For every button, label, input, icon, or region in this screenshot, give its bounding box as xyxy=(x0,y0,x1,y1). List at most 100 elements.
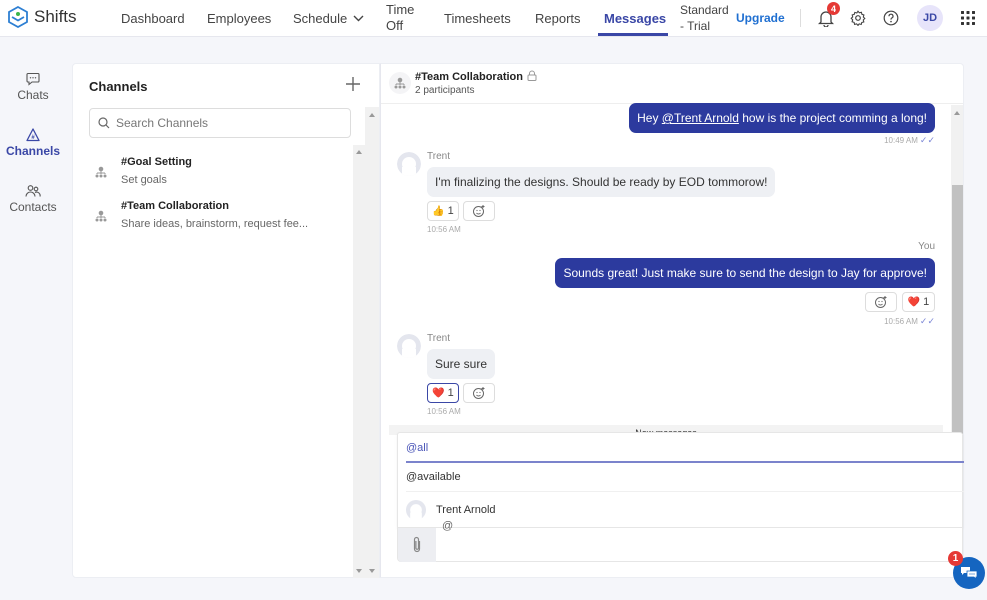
add-emoji-icon xyxy=(473,387,485,399)
plan-label: Standard - Trial xyxy=(680,2,729,34)
scroll-up-arrow[interactable] xyxy=(356,150,362,154)
nav-schedule-label: Schedule xyxy=(293,11,348,26)
notifications-button[interactable]: 4 xyxy=(815,2,840,29)
nav-time-off[interactable]: Time Off xyxy=(386,2,414,34)
channel-list-scrollbar[interactable] xyxy=(353,145,365,578)
scroll-down-arrow[interactable] xyxy=(356,569,362,573)
chevron-down-icon xyxy=(353,15,364,22)
double-check-icon: ✓✓ xyxy=(919,316,935,326)
scroll-up-arrow[interactable] xyxy=(369,113,375,117)
rail-chats[interactable]: Chats xyxy=(0,72,66,102)
channel-avatar xyxy=(389,72,411,94)
timestamp-text: 10:56 AM xyxy=(884,317,918,326)
top-navigation-bar: Shifts Dashboard Employees Schedule Time… xyxy=(0,0,987,37)
chat-header: #Team Collaboration 2 participants xyxy=(381,64,963,104)
reaction-heart[interactable]: ❤️ 1 xyxy=(902,292,935,312)
attach-button[interactable] xyxy=(398,528,436,562)
chat-title: #Team Collaboration xyxy=(415,71,523,83)
message-bubble-incoming: Sure sure xyxy=(427,349,496,379)
mention-user-name: Trent Arnold xyxy=(436,504,496,516)
user-avatar[interactable]: JD xyxy=(917,5,943,31)
channel-name: #Team Collaboration xyxy=(121,200,229,212)
message-sender: Trent xyxy=(427,151,450,162)
nav-employees[interactable]: Employees xyxy=(207,11,271,26)
notifications-badge: 4 xyxy=(827,2,840,15)
add-reaction-button[interactable] xyxy=(865,292,897,312)
channel-list-item[interactable]: #Team Collaboration Share ideas, brainst… xyxy=(89,200,339,240)
user-avatar-placeholder xyxy=(397,152,421,176)
reaction-heart[interactable]: ❤️ 1 xyxy=(427,383,459,403)
reaction-thumbs-up[interactable]: 👍 1 xyxy=(427,201,459,221)
participants-count: 2 participants xyxy=(415,85,475,96)
chat-bubbles-icon xyxy=(961,567,978,580)
rail-contacts[interactable]: Contacts xyxy=(0,184,66,214)
plan-line2: - Trial xyxy=(680,19,710,33)
rail-channels-label: Channels xyxy=(5,144,60,158)
message-input[interactable]: @ xyxy=(442,520,453,532)
reaction-count: 1 xyxy=(923,296,930,308)
add-reaction-button[interactable] xyxy=(463,383,495,403)
nav-divider xyxy=(800,9,801,27)
nav-dashboard[interactable]: Dashboard xyxy=(121,11,185,26)
mention-link[interactable]: @Trent Arnold xyxy=(662,111,739,125)
channel-description: Share ideas, brainstorm, request fee... xyxy=(121,218,309,230)
brand-logo[interactable]: Shifts xyxy=(8,6,77,28)
message-composer: @ xyxy=(397,520,963,562)
message-timestamp: 10:49 AM ✓✓ xyxy=(884,135,935,146)
scroll-up-arrow[interactable] xyxy=(954,111,960,115)
apps-menu-button[interactable] xyxy=(957,7,979,29)
rail-chats-label: Chats xyxy=(17,88,49,102)
rail-contacts-label: Contacts xyxy=(9,200,57,214)
channel-search-input[interactable] xyxy=(116,116,336,130)
channels-title: Channels xyxy=(89,79,148,94)
user-avatar-placeholder xyxy=(406,500,426,520)
support-chat-button[interactable]: 1 xyxy=(948,551,985,589)
add-channel-button[interactable] xyxy=(345,76,363,94)
nav-schedule[interactable]: Schedule xyxy=(293,11,364,26)
nav-time-off-line1: Time xyxy=(386,2,415,17)
channel-name: #Goal Setting xyxy=(121,156,192,168)
channel-list-item[interactable]: #Goal Setting Set goals xyxy=(89,156,339,196)
mention-option-all[interactable]: @all xyxy=(406,433,964,463)
channel-hash-icon: # xyxy=(26,128,40,142)
double-check-icon: ✓✓ xyxy=(919,135,935,145)
channel-description: Set goals xyxy=(121,174,167,186)
lock-icon xyxy=(527,70,537,81)
message-sender: You xyxy=(918,241,935,252)
org-chart-icon xyxy=(394,77,406,89)
mention-option-available[interactable]: @available xyxy=(406,463,964,492)
add-emoji-icon xyxy=(875,296,887,308)
scroll-down-arrow[interactable] xyxy=(369,569,375,573)
nav-time-off-line2: Off xyxy=(386,18,404,33)
mention-suggestions-dropdown: @all @available Trent Arnold xyxy=(397,432,964,528)
reaction-count: 1 xyxy=(447,205,454,217)
add-reaction-button[interactable] xyxy=(463,201,495,221)
question-circle-icon xyxy=(883,10,899,26)
message-timestamp: 10:56 AM xyxy=(427,225,461,234)
rail-channels[interactable]: # Channels xyxy=(0,128,66,158)
org-chart-icon xyxy=(95,166,107,178)
shifts-logo-icon xyxy=(8,6,28,28)
chat-bubble-icon xyxy=(26,72,40,86)
search-icon xyxy=(98,117,110,129)
chat-scrollbar[interactable] xyxy=(951,105,963,434)
mention-option-user[interactable]: Trent Arnold xyxy=(406,493,964,527)
support-unread-badge: 1 xyxy=(948,551,963,566)
plan-line1: Standard xyxy=(680,3,729,17)
nav-messages[interactable]: Messages xyxy=(604,11,666,26)
reaction-count: 1 xyxy=(447,387,454,399)
upgrade-link[interactable]: Upgrade xyxy=(736,11,785,25)
channel-panel-scrollbar[interactable] xyxy=(365,107,379,578)
app-name: Shifts xyxy=(34,7,77,26)
chat-scroll-thumb[interactable] xyxy=(952,185,963,434)
settings-button[interactable] xyxy=(847,7,869,29)
help-button[interactable] xyxy=(880,7,902,29)
channel-search-box[interactable] xyxy=(89,108,351,138)
heart-icon: ❤️ xyxy=(907,296,921,308)
user-avatar-placeholder xyxy=(397,334,421,358)
nav-reports[interactable]: Reports xyxy=(535,11,581,26)
paperclip-icon xyxy=(413,536,421,553)
contacts-icon xyxy=(25,185,41,197)
nav-timesheets[interactable]: Timesheets xyxy=(444,11,511,26)
message-text: Hey xyxy=(637,111,662,125)
